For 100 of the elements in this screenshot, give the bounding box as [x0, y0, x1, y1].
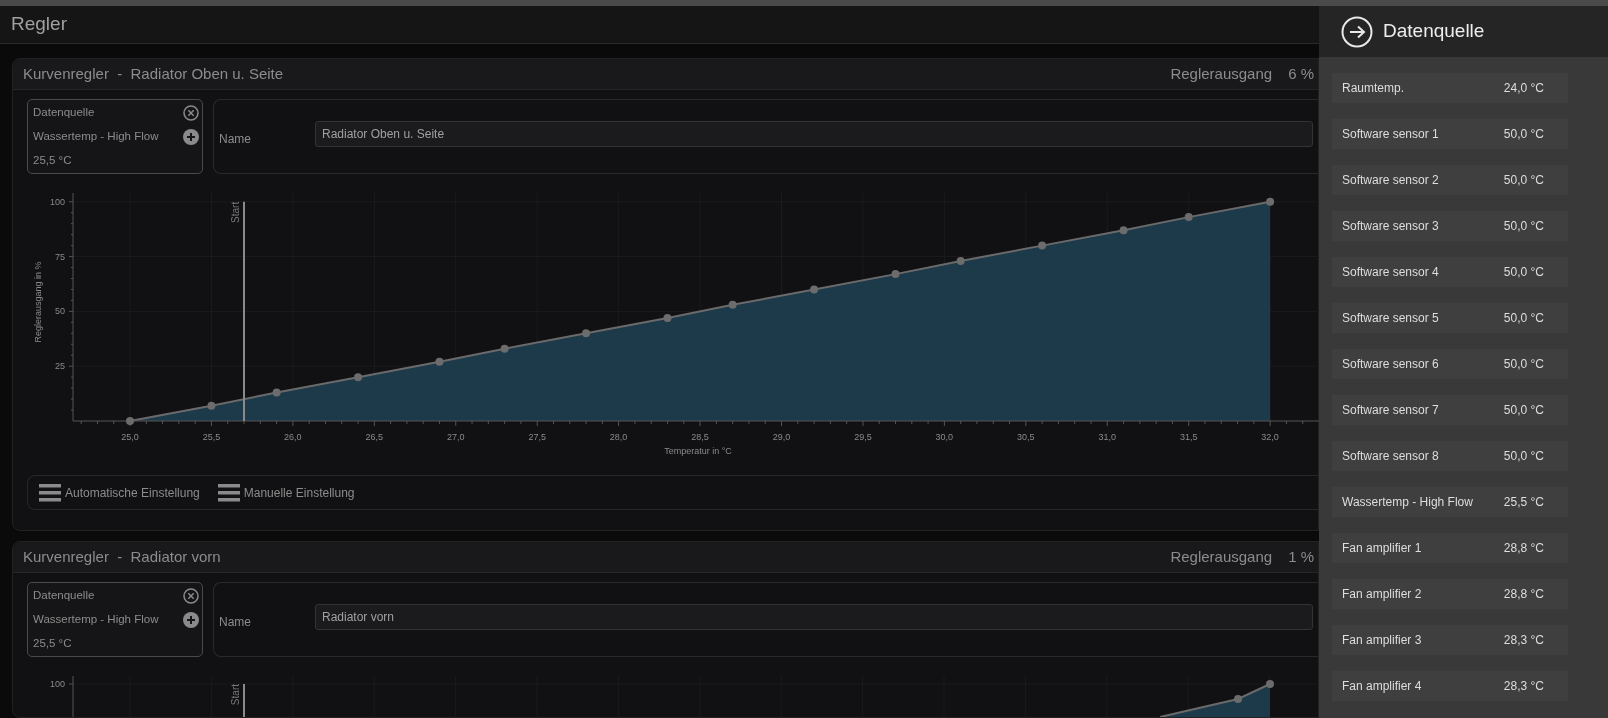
axis-title: Temperatur in °C — [664, 446, 732, 456]
card-title: Kurvenregler - Radiator vorn — [23, 546, 221, 567]
data-point[interactable] — [500, 344, 509, 353]
output-label: Reglerausgang — [1170, 546, 1273, 567]
tick-label: 27,5 — [528, 432, 546, 442]
mode-button[interactable]: Automatische Einstellung — [39, 483, 200, 502]
sensor-name: Raumtemp. — [1342, 80, 1405, 97]
data-source-item[interactable]: Fan amplifier 3 28,3 °C — [1332, 625, 1568, 655]
sensor-value: 50,0 °C — [1503, 448, 1545, 465]
tick-label: 50 — [55, 306, 65, 317]
data-source-item[interactable]: Fan amplifier 2 28,8 °C — [1332, 579, 1568, 609]
data-point[interactable] — [126, 417, 134, 425]
tick-label: 31,5 — [1179, 432, 1198, 442]
sensor-value: 50,0 °C — [1503, 356, 1545, 373]
output-value: 1 % — [1288, 546, 1314, 567]
data-point[interactable] — [354, 373, 363, 382]
tick-label: 25 — [55, 361, 65, 372]
sensor-name: Software sensor 8 — [1342, 448, 1439, 465]
sensor-name: Software sensor 2 — [1342, 172, 1439, 189]
sensor-name: Wassertemp - High Flow — [1342, 494, 1473, 511]
data-source-item[interactable]: Software sensor 2 50,0 °C — [1332, 165, 1568, 195]
data-point[interactable] — [891, 270, 900, 279]
menu-icon — [217, 483, 240, 502]
sensor-value: 50,0 °C — [1503, 218, 1545, 235]
tick-label: 31,0 — [1098, 432, 1117, 442]
panel-title: Datenquelle — [1383, 19, 1485, 44]
output-value: 6 % — [1288, 63, 1314, 84]
data-source-item[interactable]: Fan amplifier 4 28,3 °C — [1332, 671, 1568, 701]
tick-label: 30,0 — [935, 432, 954, 442]
tick-label: 75 — [55, 251, 65, 262]
name-field[interactable]: Radiator vorn — [315, 603, 1313, 630]
name-field[interactable]: Radiator Oben u. Seite — [315, 120, 1313, 147]
name-label: Name — [219, 131, 252, 148]
name-label: Name — [219, 614, 252, 631]
data-source-item[interactable]: Software sensor 7 50,0 °C — [1332, 395, 1568, 425]
sensor-name: Software sensor 6 — [1342, 356, 1439, 373]
data-source-item[interactable]: Software sensor 6 50,0 °C — [1332, 349, 1568, 379]
sensor-value: 50,0 °C — [1503, 172, 1545, 189]
tick-label: 28,0 — [609, 432, 628, 442]
clear-icon[interactable] — [183, 104, 199, 121]
sensor-value: 50,0 °C — [1503, 402, 1545, 419]
data-source-item[interactable]: Software sensor 8 50,0 °C — [1332, 441, 1568, 471]
sensor-name: Software sensor 5 — [1342, 310, 1439, 327]
datasource-value: 25,5 °C — [33, 635, 73, 651]
sensor-name: Fan amplifier 4 — [1342, 678, 1422, 695]
add-icon[interactable] — [183, 611, 199, 628]
y-axis — [68, 675, 74, 717]
sensor-name: Software sensor 3 — [1342, 218, 1439, 235]
sensor-value: 50,0 °C — [1503, 310, 1545, 327]
add-icon[interactable] — [183, 128, 199, 145]
sensor-value: 28,8 °C — [1503, 540, 1545, 557]
menu-icon — [39, 483, 61, 502]
data-point[interactable] — [207, 401, 216, 410]
tick-label: 25,5 — [202, 432, 221, 442]
page-title: Regler — [11, 12, 67, 37]
tick-label: 100 — [49, 679, 65, 689]
data-point[interactable] — [728, 300, 737, 309]
marker-label: Start — [230, 684, 241, 706]
data-source-item[interactable]: Software sensor 3 50,0 °C — [1332, 211, 1568, 241]
sensor-value: 28,8 °C — [1503, 586, 1545, 603]
data-source-item[interactable]: Software sensor 5 50,0 °C — [1332, 303, 1568, 333]
tick-label: 25,0 — [121, 432, 139, 442]
data-point[interactable] — [663, 313, 672, 322]
card-title: Kurvenregler - Radiator Oben u. Seite — [23, 63, 284, 84]
tick-label: 26,0 — [284, 432, 302, 442]
data-point[interactable] — [1184, 213, 1193, 222]
start-line[interactable] — [243, 200, 245, 422]
tick-label: 28,5 — [691, 432, 709, 442]
sensor-name: Software sensor 7 — [1342, 402, 1439, 419]
data-source-item[interactable]: Software sensor 1 50,0 °C — [1332, 119, 1568, 149]
data-source-item[interactable]: Software sensor 4 50,0 °C — [1332, 257, 1568, 287]
data-point[interactable] — [435, 357, 444, 366]
data-source-item[interactable]: Raumtemp. 24,0 °C — [1332, 73, 1568, 103]
data-point[interactable] — [810, 285, 819, 294]
tick-label: 32,0 — [1261, 432, 1279, 442]
datasource-name: Wassertemp - High Flow — [33, 611, 159, 627]
sensor-value: 28,3 °C — [1503, 632, 1545, 649]
start-line[interactable] — [243, 683, 245, 717]
sensor-value: 50,0 °C — [1503, 126, 1545, 143]
sensor-value: 50,0 °C — [1503, 264, 1545, 281]
data-point[interactable] — [1119, 226, 1128, 235]
tick-label: 100 — [49, 196, 65, 207]
sensor-value: 25,5 °C — [1503, 494, 1545, 511]
datasource-name: Wassertemp - High Flow — [33, 128, 159, 144]
data-point[interactable] — [956, 256, 965, 265]
data-point[interactable] — [1266, 197, 1275, 206]
sensor-name: Fan amplifier 3 — [1342, 632, 1422, 649]
back-arrow-icon[interactable] — [1341, 15, 1373, 48]
data-point[interactable] — [1038, 241, 1047, 250]
sensor-name: Fan amplifier 2 — [1342, 586, 1422, 603]
data-source-item[interactable]: Wassertemp - High Flow 25,5 °C — [1332, 487, 1568, 517]
output-label: Reglerausgang — [1170, 63, 1273, 84]
sensor-value: 28,3 °C — [1503, 678, 1545, 695]
sensor-name: Software sensor 4 — [1342, 264, 1439, 281]
datasource-label: Datenquelle — [33, 105, 95, 120]
mode-button[interactable]: Manuelle Einstellung — [217, 483, 355, 502]
data-point[interactable] — [582, 329, 591, 338]
data-source-item[interactable]: Fan amplifier 1 28,8 °C — [1332, 533, 1568, 563]
clear-icon[interactable] — [183, 587, 199, 604]
data-point[interactable] — [272, 388, 281, 397]
